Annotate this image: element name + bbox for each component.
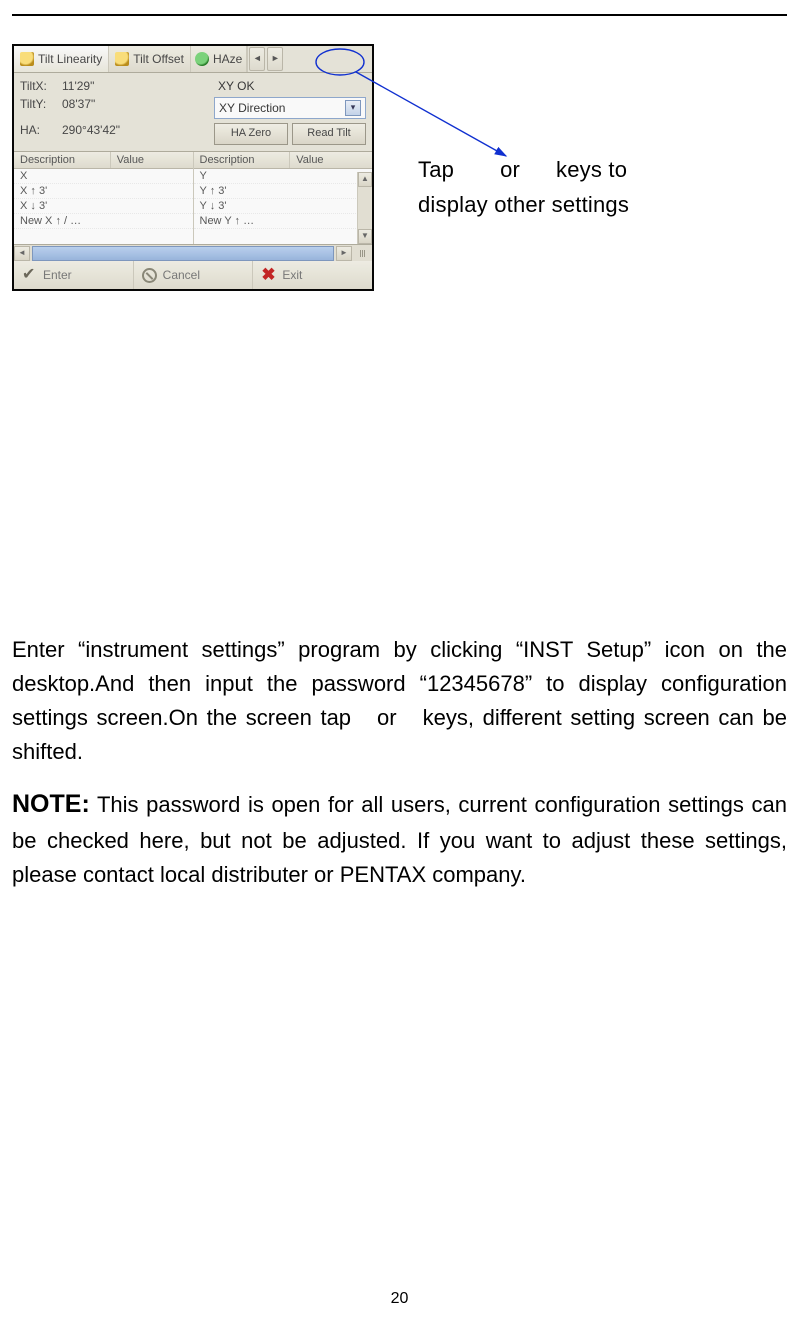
tab-scroll-nav: ◄ ► (247, 46, 284, 72)
tilty-label: TiltY: (20, 97, 62, 119)
paragraph-note: NOTE: This password is open for all user… (12, 785, 787, 892)
scroll-right-icon[interactable]: ► (336, 246, 352, 261)
tiltx-value: 11'29" (62, 79, 214, 93)
right-list-rows: Y Y ↑ 3' Y ↓ 3' New Y ↑ … (194, 169, 373, 229)
xy-status: XY OK (214, 79, 366, 93)
left-list-header: Description Value (14, 152, 193, 169)
level-icon (115, 52, 129, 66)
footer-bar: ✔ Enter Cancel ✖ Exit (14, 261, 372, 289)
button-label: Cancel (163, 268, 200, 282)
tab-bar: Tilt Linearity Tilt Offset HAze ◄ ► (14, 46, 372, 73)
tab-label: HAze (213, 52, 242, 66)
app-screenshot: Tilt Linearity Tilt Offset HAze ◄ ► Tilt… (12, 44, 374, 291)
enter-button[interactable]: ✔ Enter (14, 261, 134, 289)
list-item[interactable]: Y ↓ 3' (194, 199, 373, 214)
scroll-up-icon[interactable]: ▲ (358, 172, 372, 187)
button-label: Enter (43, 268, 72, 282)
ha-value: 290°43'42" (62, 123, 214, 145)
paragraph-instructions: Enter “instrument settings” program by c… (12, 633, 787, 769)
tab-label: Tilt Linearity (38, 52, 102, 66)
resize-grip-icon (352, 247, 372, 260)
list-item[interactable]: New X ↑ / … (14, 214, 193, 229)
list-item[interactable]: X ↓ 3' (14, 199, 193, 214)
cancel-button[interactable]: Cancel (134, 261, 254, 289)
callout-line2: display other settings (418, 192, 629, 217)
right-list-header: Description Value (194, 152, 373, 169)
scroll-left-icon[interactable]: ◄ (14, 246, 30, 261)
callout-line1-pre: Tap (418, 157, 454, 182)
lists-area: Description Value X X ↑ 3' X ↓ 3' New X … (14, 152, 372, 245)
scroll-down-icon[interactable]: ▼ (358, 229, 372, 244)
check-icon: ✔ (22, 268, 37, 283)
ha-zero-button[interactable]: HA Zero (214, 123, 288, 145)
ha-label: HA: (20, 123, 62, 145)
level-icon (20, 52, 34, 66)
tab-tilt-linearity[interactable]: Tilt Linearity (14, 46, 109, 72)
close-icon: ✖ (261, 268, 276, 283)
tilty-value: 08'37" (62, 97, 214, 119)
col-description: Description (194, 152, 291, 168)
readouts-panel: TiltX: 11'29" XY OK TiltY: 08'37" XY Dir… (14, 73, 372, 152)
tab-haze[interactable]: HAze (191, 46, 247, 72)
col-description: Description (14, 152, 111, 168)
scroll-track[interactable] (32, 246, 334, 261)
vertical-scrollbar[interactable]: ▲ ▼ (357, 172, 372, 244)
horizontal-scrollbar[interactable]: ◄ ► (14, 245, 372, 261)
list-item[interactable]: Y (194, 169, 373, 184)
callout-text: Tap or keys to display other settings (418, 152, 738, 222)
tab-label: Tilt Offset (133, 52, 184, 66)
cancel-icon (142, 268, 157, 283)
level-green-icon (195, 52, 209, 66)
left-list-rows: X X ↑ 3' X ↓ 3' New X ↑ / … (14, 169, 193, 229)
figure-area: Tilt Linearity Tilt Offset HAze ◄ ► Tilt… (12, 44, 787, 601)
chevron-down-icon: ▾ (345, 100, 361, 116)
tab-scroll-right-button[interactable]: ► (267, 47, 283, 71)
callout-line1-post: keys to (556, 157, 627, 182)
list-item[interactable]: X ↑ 3' (14, 184, 193, 199)
page-number: 20 (0, 1290, 799, 1308)
tab-scroll-left-button[interactable]: ◄ (249, 47, 265, 71)
note-label: NOTE: (12, 790, 90, 818)
callout-line1-mid: or (500, 157, 520, 182)
tab-tilt-offset[interactable]: Tilt Offset (109, 46, 191, 72)
tiltx-label: TiltX: (20, 79, 62, 93)
list-item[interactable]: New Y ↑ … (194, 214, 373, 229)
col-value: Value (290, 152, 372, 168)
select-value: XY Direction (219, 101, 285, 115)
note-body: This password is open for all users, cur… (12, 792, 787, 887)
button-label: Exit (282, 268, 302, 282)
header-rule (12, 14, 787, 16)
exit-button[interactable]: ✖ Exit (253, 261, 372, 289)
p1-mid: or (377, 705, 397, 730)
read-tilt-button[interactable]: Read Tilt (292, 123, 366, 145)
list-item[interactable]: X (14, 169, 193, 184)
xy-direction-select[interactable]: XY Direction ▾ (214, 97, 366, 119)
list-item[interactable]: Y ↑ 3' (194, 184, 373, 199)
right-list: Description Value Y Y ↑ 3' Y ↓ 3' New Y … (194, 152, 373, 244)
left-list: Description Value X X ↑ 3' X ↓ 3' New X … (14, 152, 194, 244)
col-value: Value (111, 152, 193, 168)
